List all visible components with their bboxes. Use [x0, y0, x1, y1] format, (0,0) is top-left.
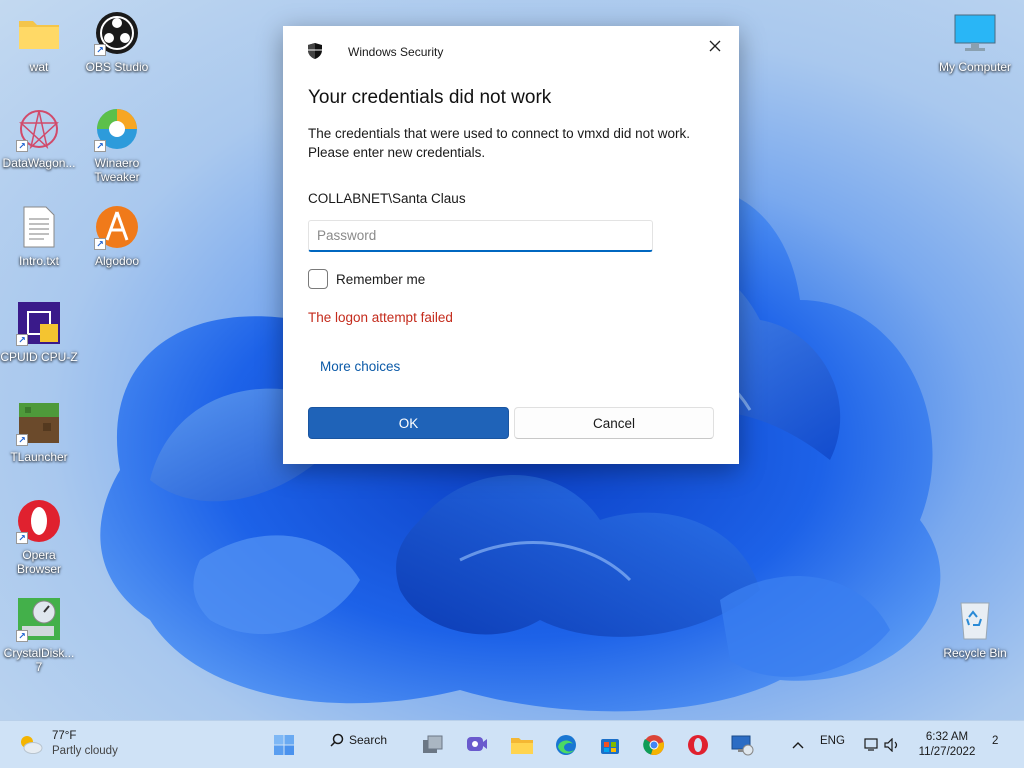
shortcut-arrow-icon: ↗ — [16, 334, 28, 346]
desktop-icon-obs[interactable]: ↗ OBS Studio — [78, 10, 156, 74]
remote-desktop-icon — [731, 735, 754, 756]
dialog-app-title: Windows Security — [348, 45, 444, 59]
cpuz-icon: ↗ — [16, 300, 62, 346]
windows-logo-icon — [274, 735, 294, 755]
desktop-icon-datawagon[interactable]: ↗ DataWagon... — [0, 106, 78, 170]
dialog-titlebar: Windows Security — [283, 26, 739, 76]
desktop-icon-cpuz[interactable]: ↗ CPUID CPU-Z — [0, 300, 78, 364]
desktop-icon-label: Recycle Bin — [943, 646, 1007, 660]
desktop-icon-winaero[interactable]: ↗ Winaero Tweaker — [78, 106, 156, 184]
desktop-icon-label: Intro.txt — [18, 254, 59, 268]
remember-me-checkbox[interactable] — [308, 269, 328, 289]
weather-widget[interactable]: 77°F Partly cloudy — [18, 729, 118, 759]
desktop-icon-label: CPUID CPU-Z — [0, 350, 78, 364]
task-view-icon — [423, 735, 443, 753]
opera-icon: ↗ — [16, 498, 62, 544]
datawagon-icon: ↗ — [16, 106, 62, 152]
chrome-button[interactable] — [638, 729, 670, 761]
task-view-button[interactable] — [417, 729, 449, 761]
remember-me-option[interactable]: Remember me — [308, 269, 425, 289]
edge-icon — [556, 735, 576, 755]
opera-icon — [688, 735, 708, 755]
remote-desktop-button[interactable] — [726, 729, 758, 761]
folder-icon — [16, 10, 62, 56]
search-icon — [330, 733, 344, 747]
opera-taskbar-button[interactable] — [682, 729, 714, 761]
obs-icon: ↗ — [94, 10, 140, 56]
taskbar-clock[interactable]: 6:32 AM 11/27/2022 — [912, 730, 982, 760]
close-icon — [709, 40, 721, 52]
desktop-icon-algodoo[interactable]: ↗ Algodoo — [78, 204, 156, 268]
folder-icon — [511, 738, 533, 754]
volume-button[interactable] — [876, 729, 908, 761]
edge-button[interactable] — [550, 729, 582, 761]
taskbar: 77°F Partly cloudy Search ENG 6:32 AM 11… — [0, 720, 1024, 768]
chevron-up-icon — [792, 742, 804, 749]
desktop-icon-label: OBS Studio — [85, 60, 149, 74]
text-file-icon — [16, 204, 62, 250]
dialog-message: The credentials that were used to connec… — [308, 124, 718, 162]
desktop-icon-label: Algodoo — [94, 254, 140, 268]
tlauncher-icon: ↗ — [16, 400, 62, 446]
desktop-icon-crystaldisk[interactable]: ↗ CrystalDisk... 7 — [0, 596, 78, 674]
more-choices-link[interactable]: More choices — [320, 359, 400, 374]
desktop-icon-tlauncher[interactable]: ↗ TLauncher — [0, 400, 78, 464]
shield-icon — [307, 42, 323, 60]
username-label: COLLABNET\Santa Claus — [308, 191, 466, 206]
crystaldisk-icon: ↗ — [16, 596, 62, 642]
show-hidden-icons-button[interactable] — [782, 729, 814, 761]
shortcut-arrow-icon: ↗ — [16, 140, 28, 152]
start-button[interactable] — [268, 729, 300, 761]
notification-count-badge[interactable]: 2 — [992, 735, 998, 747]
desktop-icon-label: TLauncher — [10, 450, 68, 464]
monitor-icon — [952, 10, 998, 56]
ok-button[interactable]: OK — [308, 407, 509, 439]
dialog-message-line: The credentials that were used to connec… — [308, 126, 690, 141]
winaero-icon: ↗ — [94, 106, 140, 152]
taskbar-search-button[interactable]: Search — [330, 733, 387, 747]
error-message: The logon attempt failed — [308, 310, 453, 325]
desktop-icon-intro-txt[interactable]: Intro.txt — [0, 204, 78, 268]
shortcut-arrow-icon: ↗ — [16, 630, 28, 642]
desktop-icon-my-computer[interactable]: My Computer — [936, 10, 1014, 74]
close-button[interactable] — [703, 34, 727, 58]
language-indicator[interactable]: ENG — [820, 735, 845, 747]
search-label: Search — [349, 733, 388, 747]
clock-date: 11/27/2022 — [918, 746, 976, 758]
shortcut-arrow-icon: ↗ — [16, 532, 28, 544]
weather-description: Partly cloudy — [52, 745, 118, 757]
desktop-icon-wat[interactable]: wat — [0, 10, 78, 74]
cancel-button[interactable]: Cancel — [514, 407, 714, 439]
desktop-icon-label: CrystalDisk... 7 — [3, 646, 75, 674]
dialog-heading: Your credentials did not work — [308, 87, 552, 108]
desktop-icon-opera[interactable]: ↗ Opera Browser — [0, 498, 78, 576]
weather-temperature: 77°F — [52, 730, 77, 742]
desktop-icon-label: Opera Browser — [16, 548, 61, 576]
credentials-dialog: Windows Security Your credentials did no… — [283, 26, 739, 464]
shortcut-arrow-icon: ↗ — [94, 238, 106, 250]
clock-time: 6:32 AM — [925, 731, 969, 743]
desktop-icon-label: Winaero Tweaker — [94, 156, 140, 184]
store-icon — [601, 739, 619, 754]
shortcut-arrow-icon: ↗ — [94, 140, 106, 152]
chat-button[interactable] — [461, 729, 493, 761]
microsoft-store-button[interactable] — [594, 729, 626, 761]
chrome-icon — [643, 735, 664, 755]
desktop-icon-recycle-bin[interactable]: Recycle Bin — [936, 596, 1014, 660]
remember-me-label: Remember me — [336, 271, 426, 287]
recycle-bin-icon — [952, 596, 998, 642]
chat-icon — [467, 737, 487, 751]
password-input[interactable] — [308, 220, 653, 252]
desktop-icon-label: wat — [29, 60, 49, 74]
shortcut-arrow-icon: ↗ — [16, 434, 28, 446]
partly-cloudy-icon — [21, 736, 43, 754]
desktop-icon-label: My Computer — [938, 60, 1012, 74]
desktop-icon-label: DataWagon... — [2, 156, 76, 170]
algodoo-icon: ↗ — [94, 204, 140, 250]
speaker-icon — [884, 738, 898, 752]
file-explorer-button[interactable] — [506, 729, 538, 761]
shortcut-arrow-icon: ↗ — [94, 44, 106, 56]
dialog-message-line: Please enter new credentials. — [308, 145, 486, 160]
